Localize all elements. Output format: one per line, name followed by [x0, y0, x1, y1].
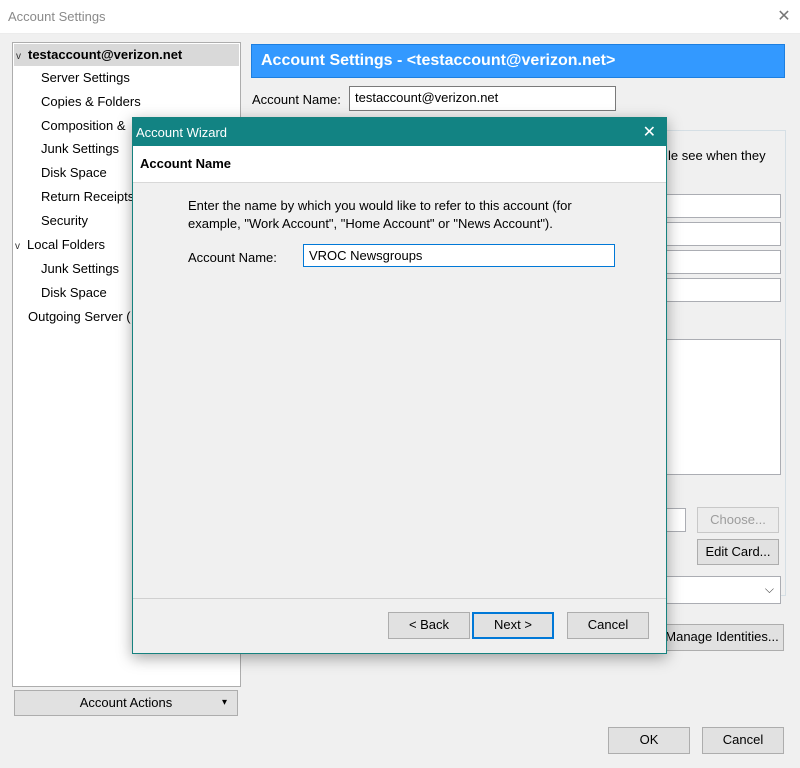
choose-button[interactable]: Choose...	[697, 507, 779, 533]
wizard-body: Enter the name by which you would like t…	[133, 183, 666, 599]
wizard-footer: < Back Next > Cancel	[133, 600, 666, 653]
wizard-description-line1: Enter the name by which you would like t…	[188, 198, 572, 213]
window-close-icon[interactable]: ✕	[776, 6, 792, 26]
tree-item-copies-folders[interactable]: Copies & Folders	[41, 91, 141, 113]
ok-label: OK	[639, 732, 659, 747]
smtp-server-dropdown[interactable]: ⌵	[655, 576, 781, 604]
tree-item-label: Outgoing Server (	[28, 309, 131, 324]
wizard-page-header: Account Name	[133, 146, 666, 183]
tree-item-label: Return Receipts	[41, 189, 135, 204]
tree-item-label: Security	[41, 213, 88, 228]
tree-item-label: Composition &	[41, 118, 126, 133]
tree-item-junk-settings[interactable]: Junk Settings	[41, 138, 119, 160]
tree-item-label: Local Folders	[27, 237, 106, 252]
edit-card-label: Edit Card...	[705, 544, 771, 559]
tree-item-composition[interactable]: Composition &	[41, 115, 126, 137]
cancel-button[interactable]: Cancel	[702, 727, 784, 754]
account-wizard-dialog: Account Wizard ✕ Account Name Enter the …	[132, 117, 667, 654]
tree-item-account[interactable]: v testaccount@verizon.net	[14, 44, 239, 66]
next-button[interactable]: Next >	[472, 612, 554, 639]
tree-item-return-receipts[interactable]: Return Receipts	[41, 186, 134, 208]
chevron-down-icon: ⌵	[764, 582, 774, 596]
tree-item-outgoing-server[interactable]: Outgoing Server (	[28, 306, 131, 328]
signature-textarea[interactable]	[655, 339, 781, 475]
choose-label: Choose...	[710, 512, 766, 527]
wizard-heading: Account Name	[140, 156, 232, 171]
expand-chevron-icon[interactable]: v	[15, 236, 27, 258]
back-button[interactable]: < Back	[388, 612, 470, 639]
dropdown-arrow-icon: ▾	[221, 697, 227, 708]
wizard-account-name-input[interactable]: VROC Newsgroups	[303, 244, 615, 267]
account-actions-label: Account Actions	[79, 695, 173, 710]
next-label: Next >	[494, 617, 532, 632]
your-name-input[interactable]	[655, 194, 781, 218]
tree-item-local-folders[interactable]: v Local Folders	[15, 234, 105, 256]
tree-item-local-disk-space[interactable]: Disk Space	[41, 282, 107, 304]
tree-item-server-settings[interactable]: Server Settings	[41, 67, 130, 89]
ok-button[interactable]: OK	[608, 727, 690, 754]
account-name-input[interactable]: testaccount@verizon.net	[349, 86, 616, 111]
back-label: < Back	[408, 617, 450, 632]
tree-item-local-junk-settings[interactable]: Junk Settings	[41, 258, 119, 280]
tree-item-label: Copies & Folders	[41, 94, 141, 109]
email-address-input[interactable]	[655, 222, 781, 246]
wizard-account-name-label: Account Name:	[188, 250, 277, 265]
expand-chevron-icon[interactable]: v	[16, 46, 28, 68]
wizard-titlebar: Account Wizard ✕	[133, 118, 666, 146]
reply-to-input[interactable]	[655, 250, 781, 274]
cancel-label: Cancel	[722, 732, 764, 747]
manage-identities-label: Manage Identities...	[665, 629, 779, 644]
tree-item-disk-space[interactable]: Disk Space	[41, 162, 107, 184]
tree-item-label: Disk Space	[41, 285, 107, 300]
organization-input[interactable]	[655, 278, 781, 302]
tree-item-label: Junk Settings	[41, 141, 120, 156]
window-titlebar: Account Settings ✕	[0, 0, 800, 34]
tree-item-label: Disk Space	[41, 165, 107, 180]
wizard-title: Account Wizard	[136, 125, 228, 140]
wizard-description-line2: example, "Work Account", "Home Account" …	[188, 216, 553, 231]
wizard-cancel-button[interactable]: Cancel	[567, 612, 649, 639]
manage-identities-button[interactable]: Manage Identities...	[660, 624, 784, 651]
wizard-close-icon[interactable]: ✕	[643, 122, 656, 142]
wizard-cancel-label: Cancel	[587, 617, 629, 632]
tree-item-label: Server Settings	[41, 70, 130, 85]
tree-item-label: Junk Settings	[41, 261, 120, 276]
account-settings-header: Account Settings - <testaccount@verizon.…	[251, 44, 785, 78]
account-actions-button[interactable]: Account Actions ▾	[14, 690, 238, 716]
edit-card-button[interactable]: Edit Card...	[697, 539, 779, 565]
identity-description-partial: le see when they	[668, 148, 766, 163]
tree-item-label: testaccount@verizon.net	[28, 47, 183, 62]
tree-item-security[interactable]: Security	[41, 210, 88, 232]
account-name-label: Account Name:	[252, 92, 341, 107]
window-title: Account Settings	[8, 9, 106, 24]
